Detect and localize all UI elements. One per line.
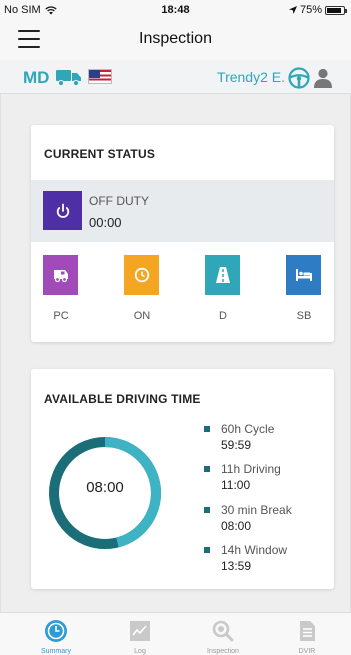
navigation-bar: Inspection <box>0 20 351 60</box>
available-driving-time-card: AVAILABLE DRIVING TIME 08:00 60h Cycle 5… <box>31 369 334 589</box>
current-status-title: CURRENT STATUS <box>44 147 156 161</box>
driver-name[interactable]: Trendy2 E. <box>217 69 285 85</box>
chart-icon <box>130 621 150 641</box>
status-button-sb[interactable] <box>286 255 321 295</box>
legend-name: 30 min Break <box>221 503 292 517</box>
tab-dvir[interactable]: DVIR <box>277 613 337 655</box>
legend-name: 11h Driving <box>221 462 281 476</box>
available-driving-title: AVAILABLE DRIVING TIME <box>44 392 201 406</box>
tab-label: Summary <box>41 648 71 655</box>
car-icon <box>53 270 68 283</box>
battery-icon <box>325 5 347 15</box>
page-title: Inspection <box>139 30 212 47</box>
clock-icon <box>45 620 67 642</box>
status-label-sb: SB <box>296 310 312 322</box>
person-icon[interactable] <box>313 68 333 88</box>
legend-bullet <box>204 426 210 432</box>
duty-status-time: 00:00 <box>89 215 122 230</box>
tab-label: Log <box>134 648 146 655</box>
legend-bullet <box>204 507 210 513</box>
summary-content[interactable]: CURRENT STATUS OFF DUTY 00:00 PC ON D SB… <box>0 94 351 612</box>
legend-name: 14h Window <box>221 543 288 557</box>
status-label-pc: PC <box>53 310 69 322</box>
legend-name: 60h Cycle <box>221 422 275 436</box>
clock-icon <box>134 267 149 283</box>
bed-icon <box>295 269 312 281</box>
driver-info-bar: MD Trendy2 E. <box>0 60 351 94</box>
ios-status-bar: No SIM 18:48 75% <box>0 0 351 20</box>
location-arrow-icon <box>288 6 297 14</box>
legend-value: 59:59 <box>221 438 252 452</box>
battery-group: 75% <box>288 4 347 16</box>
truck-icon <box>56 70 81 86</box>
document-icon <box>300 621 315 641</box>
legend-value: 13:59 <box>221 559 252 573</box>
tab-summary[interactable]: Summary <box>26 613 86 655</box>
tab-label: Inspection <box>207 648 239 655</box>
duty-status-label: OFF DUTY <box>89 194 149 208</box>
legend-bullet <box>204 547 210 553</box>
road-icon <box>215 267 230 283</box>
status-label-on: ON <box>133 310 151 322</box>
magnifier-icon <box>212 620 234 642</box>
current-status-card: CURRENT STATUS OFF DUTY 00:00 PC ON D SB <box>31 125 334 342</box>
tab-log[interactable]: Log <box>110 613 170 655</box>
legend-value: 08:00 <box>221 519 252 533</box>
power-icon <box>43 191 82 230</box>
tab-inspection[interactable]: Inspection <box>193 613 253 655</box>
status-label-d: D <box>219 310 227 322</box>
status-button-pc[interactable] <box>43 255 78 295</box>
us-flag-icon <box>88 69 112 84</box>
battery-percent: 75% <box>299 4 322 16</box>
status-button-on[interactable] <box>124 255 159 295</box>
legend-bullet <box>204 466 210 472</box>
current-duty-row: OFF DUTY 00:00 <box>31 180 334 242</box>
tab-label: DVIR <box>298 648 316 655</box>
status-button-d[interactable] <box>205 255 240 295</box>
driving-time-value: 08:00 <box>86 479 124 496</box>
legend-value: 11:00 <box>221 478 251 492</box>
bottom-tab-bar: Summary Log Inspection DVIR <box>0 612 351 655</box>
battery-fill <box>327 7 341 13</box>
steering-wheel-icon[interactable] <box>288 67 310 89</box>
state-code: MD <box>23 68 50 87</box>
